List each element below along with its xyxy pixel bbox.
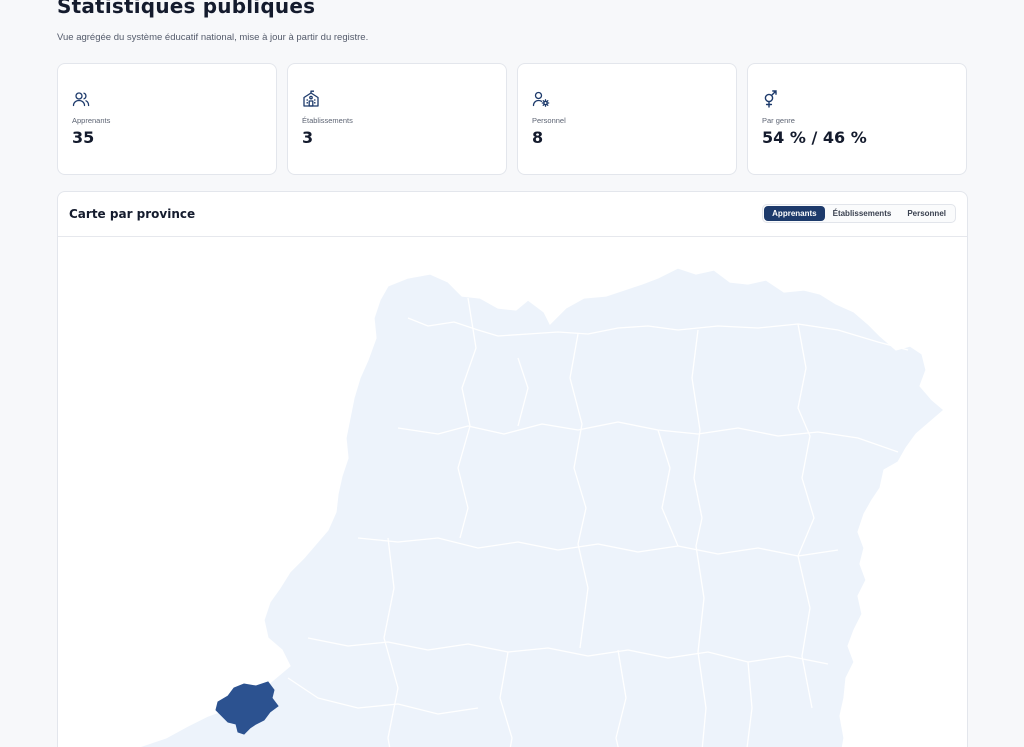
tab-apprenants[interactable]: Apprenants: [764, 206, 825, 221]
school-icon: [302, 90, 320, 108]
kpi-label: Apprenants: [72, 116, 111, 125]
kpi-value: 54 % / 46 %: [762, 128, 867, 147]
gender-icon: [762, 90, 780, 108]
kpi-label: Établissements: [302, 116, 353, 125]
map-svg: [137, 267, 945, 747]
page-title: Statistiques publiques: [57, 0, 316, 18]
tab-etablissements[interactable]: Établissements: [825, 206, 900, 221]
kpi-value: 3: [302, 128, 314, 147]
kpi-card-gender: Par genre 54 % / 46 %: [747, 63, 967, 175]
user-gear-icon: [532, 90, 550, 108]
statistics-page: Statistiques publiques Vue agrégée du sy…: [0, 0, 1024, 747]
kpi-value: 8: [532, 128, 544, 147]
map-header: Carte par province Apprenants Établissem…: [58, 192, 967, 237]
tab-personnel[interactable]: Personnel: [899, 206, 954, 221]
kpi-card-learners: Apprenants 35: [57, 63, 277, 175]
kpi-label: Par genre: [762, 116, 795, 125]
kpi-card-staff: Personnel 8: [517, 63, 737, 175]
country-outline: [137, 267, 945, 747]
kpi-label: Personnel: [532, 116, 566, 125]
province-map-card: Carte par province Apprenants Établissem…: [57, 191, 968, 747]
page-subtitle: Vue agrégée du système éducatif national…: [57, 32, 369, 43]
users-icon: [72, 90, 90, 108]
map-metric-switcher: Apprenants Établissements Personnel: [762, 204, 956, 223]
kpi-card-schools: Établissements 3: [287, 63, 507, 175]
map-title: Carte par province: [69, 207, 196, 221]
kpi-value: 35: [72, 128, 95, 147]
choropleth-map: [58, 238, 967, 747]
